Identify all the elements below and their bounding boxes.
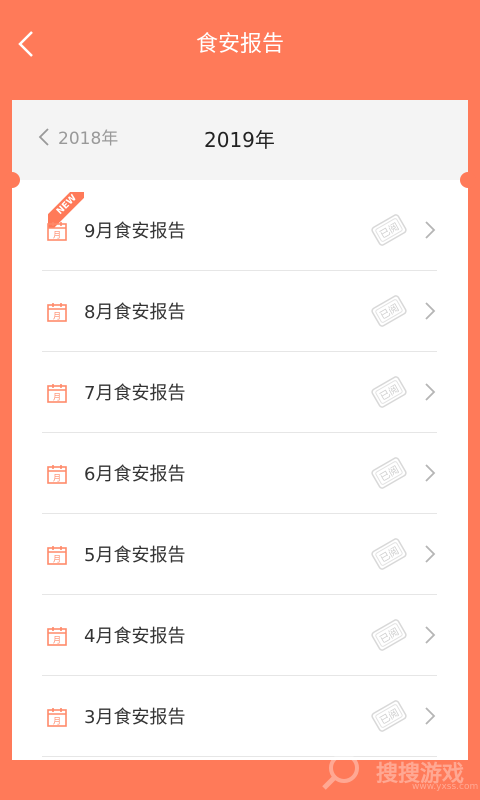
report-label: 3月食安报告 [84,707,186,728]
card-notch-row [4,172,476,188]
read-stamp-icon: 已阅 [371,700,407,732]
chevron-right-icon [425,383,436,401]
report-list-item[interactable]: 月 8月食安报告 已阅 [12,271,468,352]
report-list-item[interactable]: 月 6月食安报告 已阅 [12,433,468,514]
report-list-item[interactable]: 月 3月食安报告 已阅 [12,676,468,757]
svg-text:月: 月 [53,474,61,483]
calendar-icon: 月 [47,465,67,484]
right-notch [460,172,476,188]
calendar-icon: 月 [47,303,67,322]
svg-text:月: 月 [53,231,61,240]
chevron-right-icon [425,221,436,239]
calendar-icon: 月 [47,627,67,646]
report-label: 6月食安报告 [84,464,186,485]
svg-text:月: 月 [53,636,61,645]
chevron-right-icon [425,464,436,482]
report-label: 9月食安报告 [84,221,186,242]
report-label: 7月食安报告 [84,383,186,404]
report-list-item[interactable]: 月 5月食安报告 已阅 [12,514,468,595]
report-card: 2018年 2019年 NEW 月 9月食安报告 已阅 月 8月食安报告 已阅 … [4,100,476,760]
svg-text:月: 月 [53,393,61,402]
chevron-right-icon [425,302,436,320]
chevron-right-icon [425,707,436,725]
year-selector: 2018年 2019年 [12,100,468,180]
report-list: 月 9月食安报告 已阅 月 8月食安报告 已阅 月 7月食安报告 已阅 月 6月… [12,190,468,757]
prev-year-label: 2018年 [58,129,119,149]
read-stamp-icon: 已阅 [371,295,407,327]
calendar-icon: 月 [47,546,67,565]
calendar-icon: 月 [47,384,67,403]
read-stamp-icon: 已阅 [371,619,407,651]
report-list-item[interactable]: 月 4月食安报告 已阅 [12,595,468,676]
chevron-right-icon [425,545,436,563]
current-year-label: 2019年 [204,128,275,152]
watermark: 搜搜游戏 www.yxss.com [320,750,480,792]
svg-text:月: 月 [53,717,61,726]
svg-text:月: 月 [53,555,61,564]
watermark-sub: www.yxss.com [412,782,479,792]
read-stamp-icon: 已阅 [371,376,407,408]
read-stamp-icon: 已阅 [371,457,407,489]
report-list-item[interactable]: 月 9月食安报告 已阅 [12,190,468,271]
report-label: 8月食安报告 [84,302,186,323]
chevron-left-icon [38,127,49,146]
page-title: 食安报告 [195,32,284,57]
report-list-item[interactable]: 月 7月食安报告 已阅 [12,352,468,433]
chevron-right-icon [425,626,436,644]
report-label: 4月食安报告 [84,626,186,647]
calendar-icon: 月 [47,708,67,727]
magnifier-icon [322,753,359,790]
svg-text:月: 月 [53,312,61,321]
calendar-icon: 月 [47,222,67,241]
left-notch [4,172,20,188]
read-stamp-icon: 已阅 [371,538,407,570]
report-label: 5月食安报告 [84,545,186,566]
top-bar: 食安报告 [0,0,480,88]
read-stamp-icon: 已阅 [371,214,407,246]
prev-year-button[interactable]: 2018年 [38,124,118,149]
